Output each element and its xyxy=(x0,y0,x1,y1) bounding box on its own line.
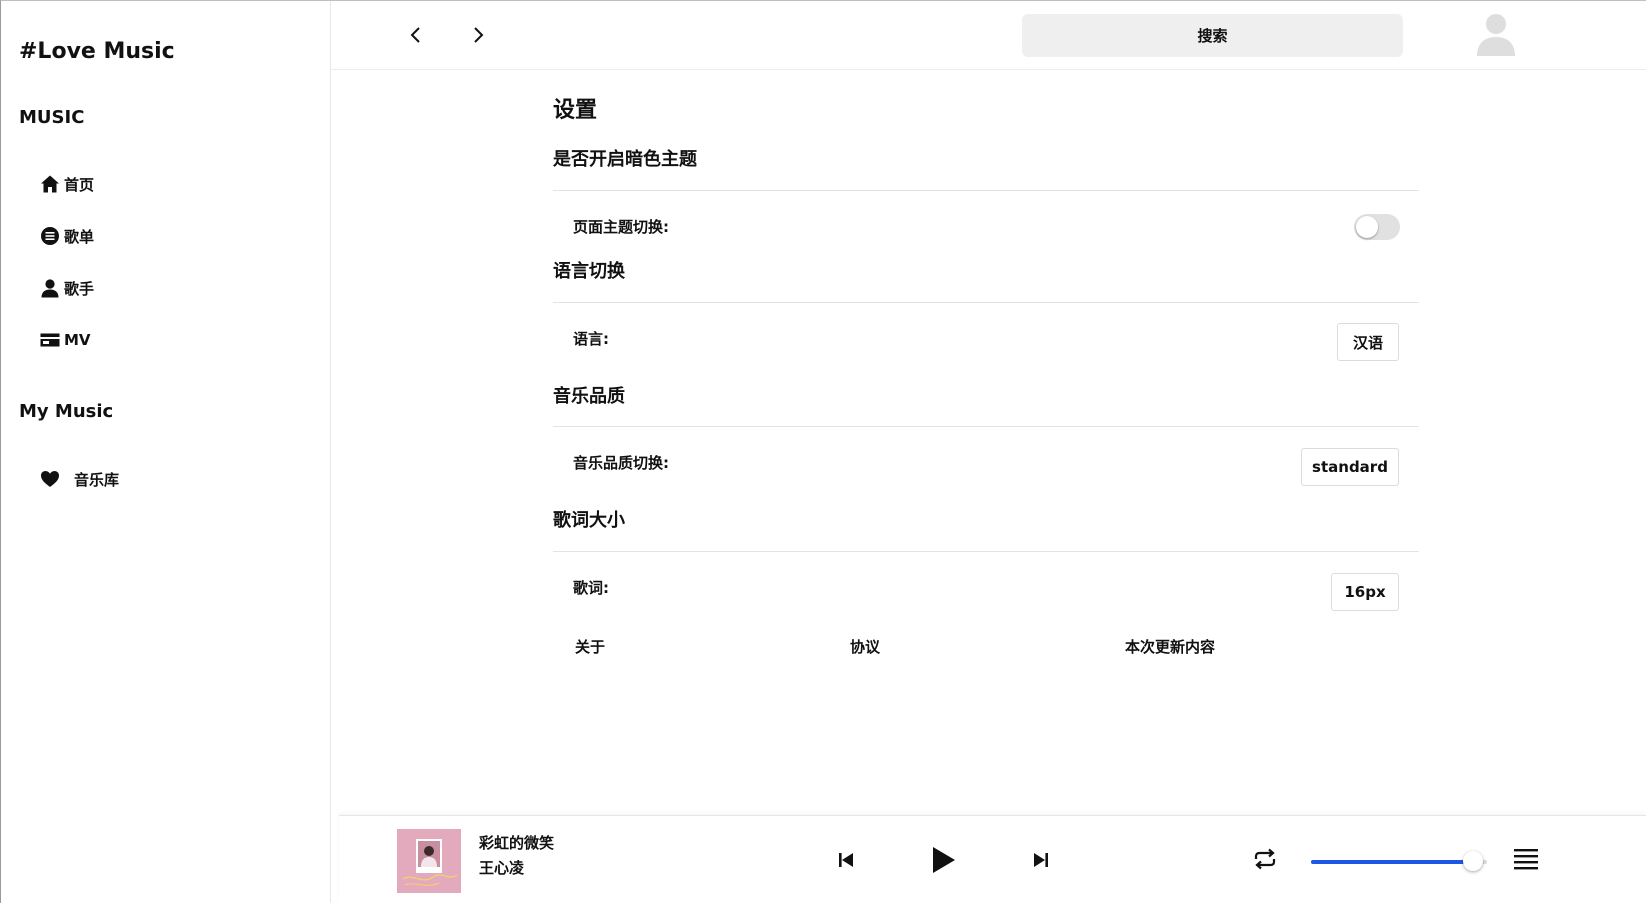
sidebar-item-label: 音乐库 xyxy=(74,470,120,489)
lyrics-size-select[interactable]: 16px xyxy=(1331,573,1399,611)
playlist-queue-button[interactable] xyxy=(1513,846,1539,872)
my-music-section-title: My Music xyxy=(19,401,114,422)
divider xyxy=(553,426,1419,427)
heart-icon xyxy=(39,468,61,490)
settings-page: 设置 是否开启暗色主题 页面主题切换: 语言切换 语言: 汉语 音乐品质 音乐品… xyxy=(331,70,1646,815)
language-label: 语言: xyxy=(573,330,609,348)
sidebar-item-label: 首页 xyxy=(64,175,95,194)
sidebar-item-playlist[interactable]: 歌单 xyxy=(39,225,94,247)
song-artist: 王心凌 xyxy=(479,859,525,877)
chevron-right-icon xyxy=(471,26,485,48)
toggle-knob xyxy=(1356,216,1378,238)
page-title: 设置 xyxy=(553,98,598,123)
sidebar-item-label: 歌手 xyxy=(64,279,95,298)
divider xyxy=(553,551,1419,552)
music-section-title: MUSIC xyxy=(19,107,85,128)
lyrics-heading: 歌词大小 xyxy=(553,510,625,531)
app-brand[interactable]: #Love Music xyxy=(19,39,175,64)
search-input[interactable] xyxy=(1022,14,1403,57)
menu-list-icon xyxy=(1514,849,1538,870)
song-title: 彩虹的微笑 xyxy=(479,834,555,852)
changelog-link[interactable]: 本次更新内容 xyxy=(1125,636,1215,657)
sidebar: #Love Music MUSIC 首页 歌单 歌手 MV My Music 音… xyxy=(1,1,331,903)
quality-select[interactable]: standard xyxy=(1301,448,1399,486)
language-select[interactable]: 汉语 xyxy=(1337,323,1399,361)
lyrics-label: 歌词: xyxy=(573,579,609,597)
app-window: #Love Music MUSIC 首页 歌单 歌手 MV My Music 音… xyxy=(0,0,1646,903)
play-button[interactable] xyxy=(928,843,958,877)
sidebar-item-label: MV xyxy=(64,331,91,349)
skip-previous-icon xyxy=(839,853,853,867)
agreement-link[interactable]: 协议 xyxy=(850,636,880,657)
quality-label: 音乐品质切换: xyxy=(573,454,669,472)
repeat-button[interactable] xyxy=(1251,846,1279,872)
album-art-image xyxy=(397,829,461,893)
top-bar xyxy=(331,1,1646,70)
volume-slider[interactable] xyxy=(1311,851,1487,871)
person-icon xyxy=(39,277,61,299)
album-cover[interactable] xyxy=(397,829,461,893)
playlist-icon xyxy=(39,225,61,247)
theme-label: 页面主题切换: xyxy=(573,218,669,236)
forward-button[interactable] xyxy=(466,25,490,49)
user-avatar-icon xyxy=(1477,14,1515,56)
language-heading: 语言切换 xyxy=(553,261,625,282)
chevron-left-icon xyxy=(409,26,423,48)
sidebar-item-library[interactable]: 音乐库 xyxy=(39,468,119,490)
quality-heading: 音乐品质 xyxy=(553,386,625,407)
divider xyxy=(553,302,1419,303)
sidebar-item-home[interactable]: 首页 xyxy=(39,173,94,195)
theme-heading: 是否开启暗色主题 xyxy=(553,149,697,170)
play-icon xyxy=(933,847,955,873)
volume-thumb[interactable] xyxy=(1462,851,1483,871)
sidebar-item-mv[interactable]: MV xyxy=(39,329,91,351)
home-icon xyxy=(39,173,61,195)
avatar[interactable] xyxy=(1475,13,1517,57)
back-button[interactable] xyxy=(404,25,428,49)
theme-toggle[interactable] xyxy=(1354,214,1400,240)
divider xyxy=(553,190,1419,191)
next-button[interactable] xyxy=(1030,848,1052,872)
previous-button[interactable] xyxy=(835,848,857,872)
sidebar-item-artists[interactable]: 歌手 xyxy=(39,277,94,299)
player-bar: 彩虹的微笑 王心凌 xyxy=(339,815,1646,903)
skip-next-icon xyxy=(1034,853,1048,867)
repeat-icon xyxy=(1254,848,1276,870)
volume-fill xyxy=(1311,860,1473,864)
about-link[interactable]: 关于 xyxy=(575,636,605,657)
mv-icon xyxy=(39,329,61,351)
sidebar-item-label: 歌单 xyxy=(64,227,95,246)
